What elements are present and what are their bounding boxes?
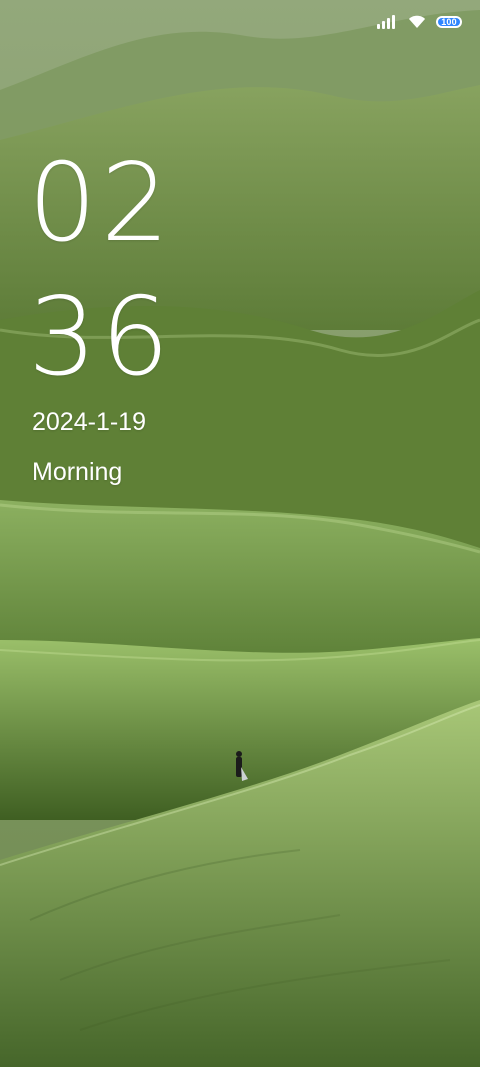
status-bar: 100 [376,10,462,34]
lock-screen-clock: 02 36 [28,150,173,392]
clock-minutes: 36 [28,275,174,400]
battery-level: 100 [441,16,457,27]
wifi-icon [408,15,426,29]
lock-screen: 100 02 36 2024-1-19 Morning [0,0,480,1067]
battery-icon: 100 [436,16,462,28]
signal-icon [376,15,398,29]
lock-screen-date: 2024-1-19 [32,408,146,436]
lock-screen-greeting: Morning [32,458,123,486]
clock-hours: 02 [28,141,174,266]
